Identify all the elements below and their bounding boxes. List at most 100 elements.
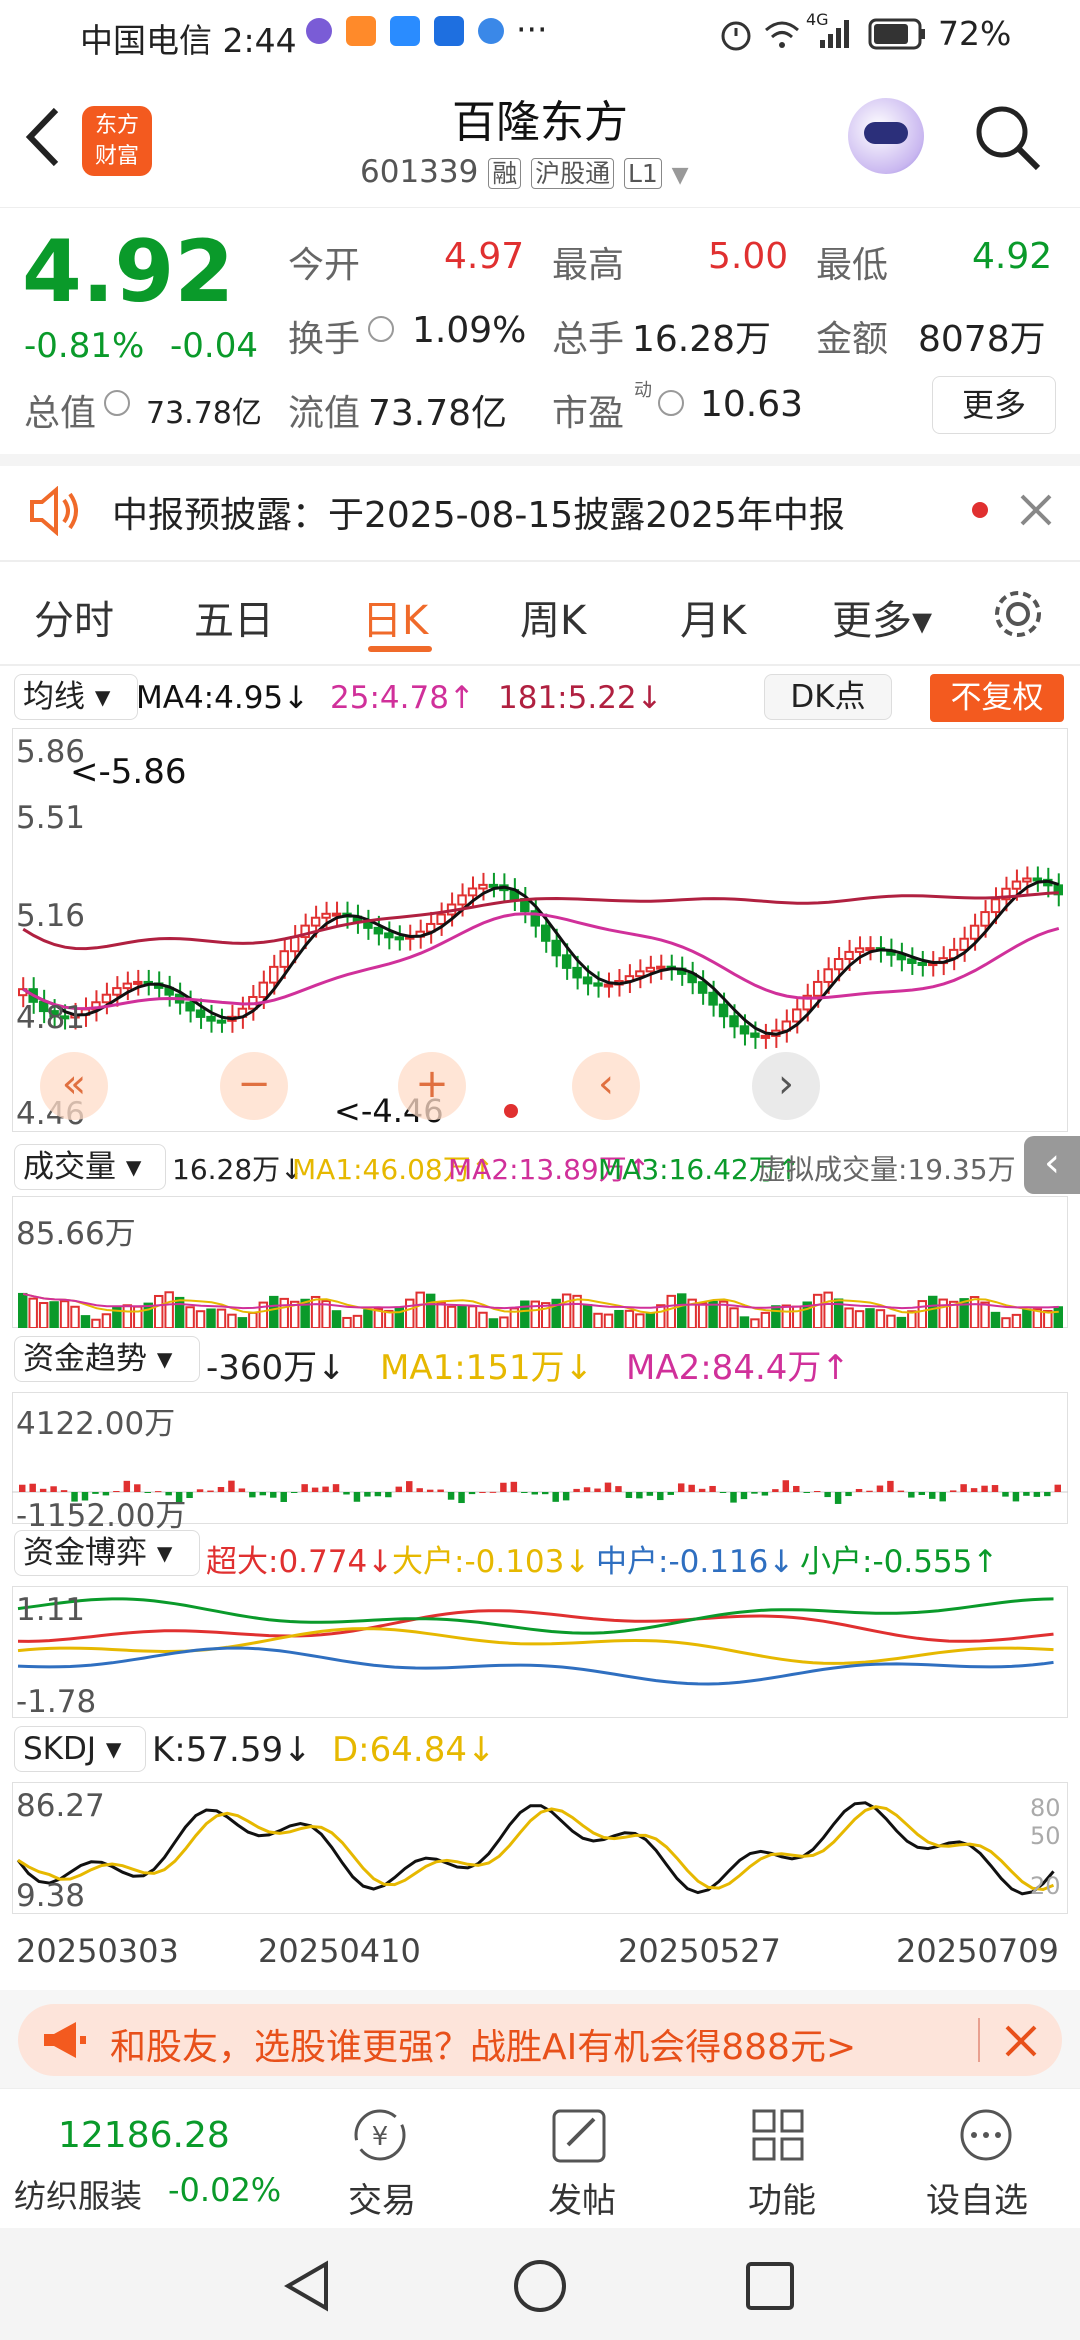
max-price-label: <-5.86	[70, 752, 187, 792]
volume-bar	[446, 1305, 457, 1328]
tab-more[interactable]: 更多▾	[832, 588, 932, 646]
fund-trend-bar	[657, 1492, 664, 1501]
fund-trend-bar	[1023, 1492, 1030, 1496]
fund-game-line-1	[17, 1627, 1054, 1665]
post-button[interactable]: 发帖	[520, 2089, 640, 2229]
skdj-level-50: 50	[1030, 1822, 1061, 1850]
dropdown-triangle-icon: ▼	[671, 163, 689, 188]
more-button[interactable]: 更多	[932, 376, 1056, 434]
candle-body	[279, 950, 289, 968]
marker-dot	[504, 1104, 518, 1118]
volume-bar	[91, 1318, 101, 1328]
fund-game-chart[interactable]	[12, 1586, 1068, 1718]
fund-trend-bar	[1054, 1484, 1061, 1492]
candle-body	[269, 965, 279, 984]
ad-banner[interactable]: 和股友，选股谁更强？战胜AI有机会得888元>	[18, 2004, 1062, 2076]
skdj-selector[interactable]: SKDJ ▾	[14, 1726, 146, 1772]
pe-info-icon[interactable]	[658, 390, 684, 416]
mktcap-info-icon[interactable]	[104, 390, 130, 416]
volume-selector-label: 成交量	[23, 1149, 116, 1185]
fund-trend-selector[interactable]: 资金趋势 ▾	[14, 1336, 200, 1382]
fund-trend-bar	[447, 1492, 455, 1500]
zoom-far-left-button[interactable]: «	[40, 1052, 108, 1120]
browser-app-icon	[478, 18, 504, 44]
fund-trend-bar	[625, 1492, 633, 1498]
volume-bar	[656, 1304, 666, 1328]
sector-index-name: 纺织服装	[14, 2177, 143, 2215]
divider	[0, 664, 1080, 666]
ma181-value: 181:5.22↓	[498, 680, 663, 716]
open-label: 今开	[288, 245, 361, 286]
volume-bar	[133, 1305, 143, 1328]
volume-bar	[457, 1304, 467, 1328]
ma-selector[interactable]: 均线 ▾	[14, 674, 138, 720]
volume-bar	[488, 1318, 499, 1328]
volume-selector[interactable]: 成交量 ▾	[14, 1144, 166, 1190]
tab-active-indicator	[368, 646, 432, 652]
system-recents-icon[interactable]	[742, 2258, 798, 2314]
fund-trend-value: -360万↓	[206, 1348, 346, 1388]
current-price: 4.92	[22, 222, 235, 322]
stock-code-row[interactable]: 601339 融 沪股通 L1 ▼	[360, 154, 689, 190]
fund-trend-bar	[594, 1488, 601, 1492]
fund-trend-bar	[364, 1492, 371, 1497]
tab-five-day[interactable]: 五日	[194, 588, 274, 646]
volume-bar	[363, 1309, 373, 1328]
scroll-right-button[interactable]: ›	[752, 1052, 820, 1120]
volume-value: 16.28万	[632, 319, 772, 360]
skdj-chart[interactable]	[12, 1782, 1068, 1914]
volume-bar	[174, 1296, 185, 1328]
volume-bar	[1011, 1313, 1022, 1328]
fund-game-selector[interactable]: 资金博弈 ▾	[14, 1530, 200, 1576]
collapse-panel-button[interactable]: ‹	[1024, 1136, 1080, 1194]
fund-trend-bar	[908, 1492, 915, 1498]
notice-text[interactable]: 中报预披露：于2025-08-15披露2025年中报	[112, 486, 845, 538]
candle-body	[969, 924, 980, 940]
volume-bar	[122, 1304, 133, 1328]
system-back-icon[interactable]	[280, 2258, 336, 2314]
fund-trend-bar	[1033, 1492, 1041, 1497]
adjust-type-button[interactable]: 不复权	[930, 674, 1064, 722]
tab-daily-k[interactable]: 日K	[362, 588, 428, 646]
candle-body	[185, 1001, 195, 1012]
system-home-icon[interactable]	[510, 2256, 570, 2316]
volume-bar	[739, 1316, 750, 1328]
scroll-left-button[interactable]: ‹	[572, 1052, 640, 1120]
skdj-level-80: 80	[1030, 1794, 1061, 1822]
ai-robot-avatar[interactable]	[848, 98, 924, 174]
candle-body	[1032, 877, 1043, 882]
sector-index[interactable]: 12186.28 纺织服装 -0.02%	[0, 2089, 290, 2229]
skdj-top-label: 86.27	[16, 1788, 105, 1824]
y-tick-4: 4.81	[16, 1000, 86, 1036]
ad-close-icon[interactable]	[1004, 2024, 1038, 2058]
search-icon[interactable]	[972, 102, 1044, 174]
fund-trend-bar	[991, 1485, 999, 1492]
trade-button[interactable]: ¥ 交易	[320, 2089, 440, 2229]
volume-bar	[49, 1301, 59, 1328]
fund-trend-bar	[332, 1484, 340, 1492]
tab-weekly-k[interactable]: 周K	[520, 588, 586, 646]
volume-bar	[195, 1310, 206, 1328]
close-icon[interactable]	[1018, 492, 1054, 528]
info-icon[interactable]	[368, 316, 394, 342]
settings-gear-icon[interactable]	[990, 586, 1046, 642]
dk-point-button[interactable]: DK点	[764, 674, 892, 720]
zoom-out-button[interactable]: −	[220, 1052, 288, 1120]
fund-trend-bar	[311, 1487, 319, 1492]
virtual-volume: 虚拟成交量:19.35万	[758, 1153, 1016, 1186]
candle-body	[603, 983, 614, 988]
volume-bar	[70, 1305, 80, 1328]
volume-bar	[697, 1302, 708, 1328]
candle-body	[216, 1019, 227, 1024]
tab-monthly-k[interactable]: 月K	[680, 588, 746, 646]
tab-intraday[interactable]: 分时	[34, 588, 114, 646]
medium-value: 中户:-0.116↓	[596, 1544, 795, 1580]
function-button[interactable]: 功能	[720, 2089, 840, 2229]
pe-label: 市盈	[552, 393, 625, 434]
turnover-value: 1.09%	[412, 310, 527, 351]
fund-trend-bar	[521, 1492, 528, 1493]
candle-body	[331, 912, 342, 917]
add-watchlist-button[interactable]: 设自选	[910, 2089, 1060, 2229]
zoom-in-button[interactable]: +	[398, 1052, 466, 1120]
volume-chart[interactable]	[12, 1196, 1068, 1328]
